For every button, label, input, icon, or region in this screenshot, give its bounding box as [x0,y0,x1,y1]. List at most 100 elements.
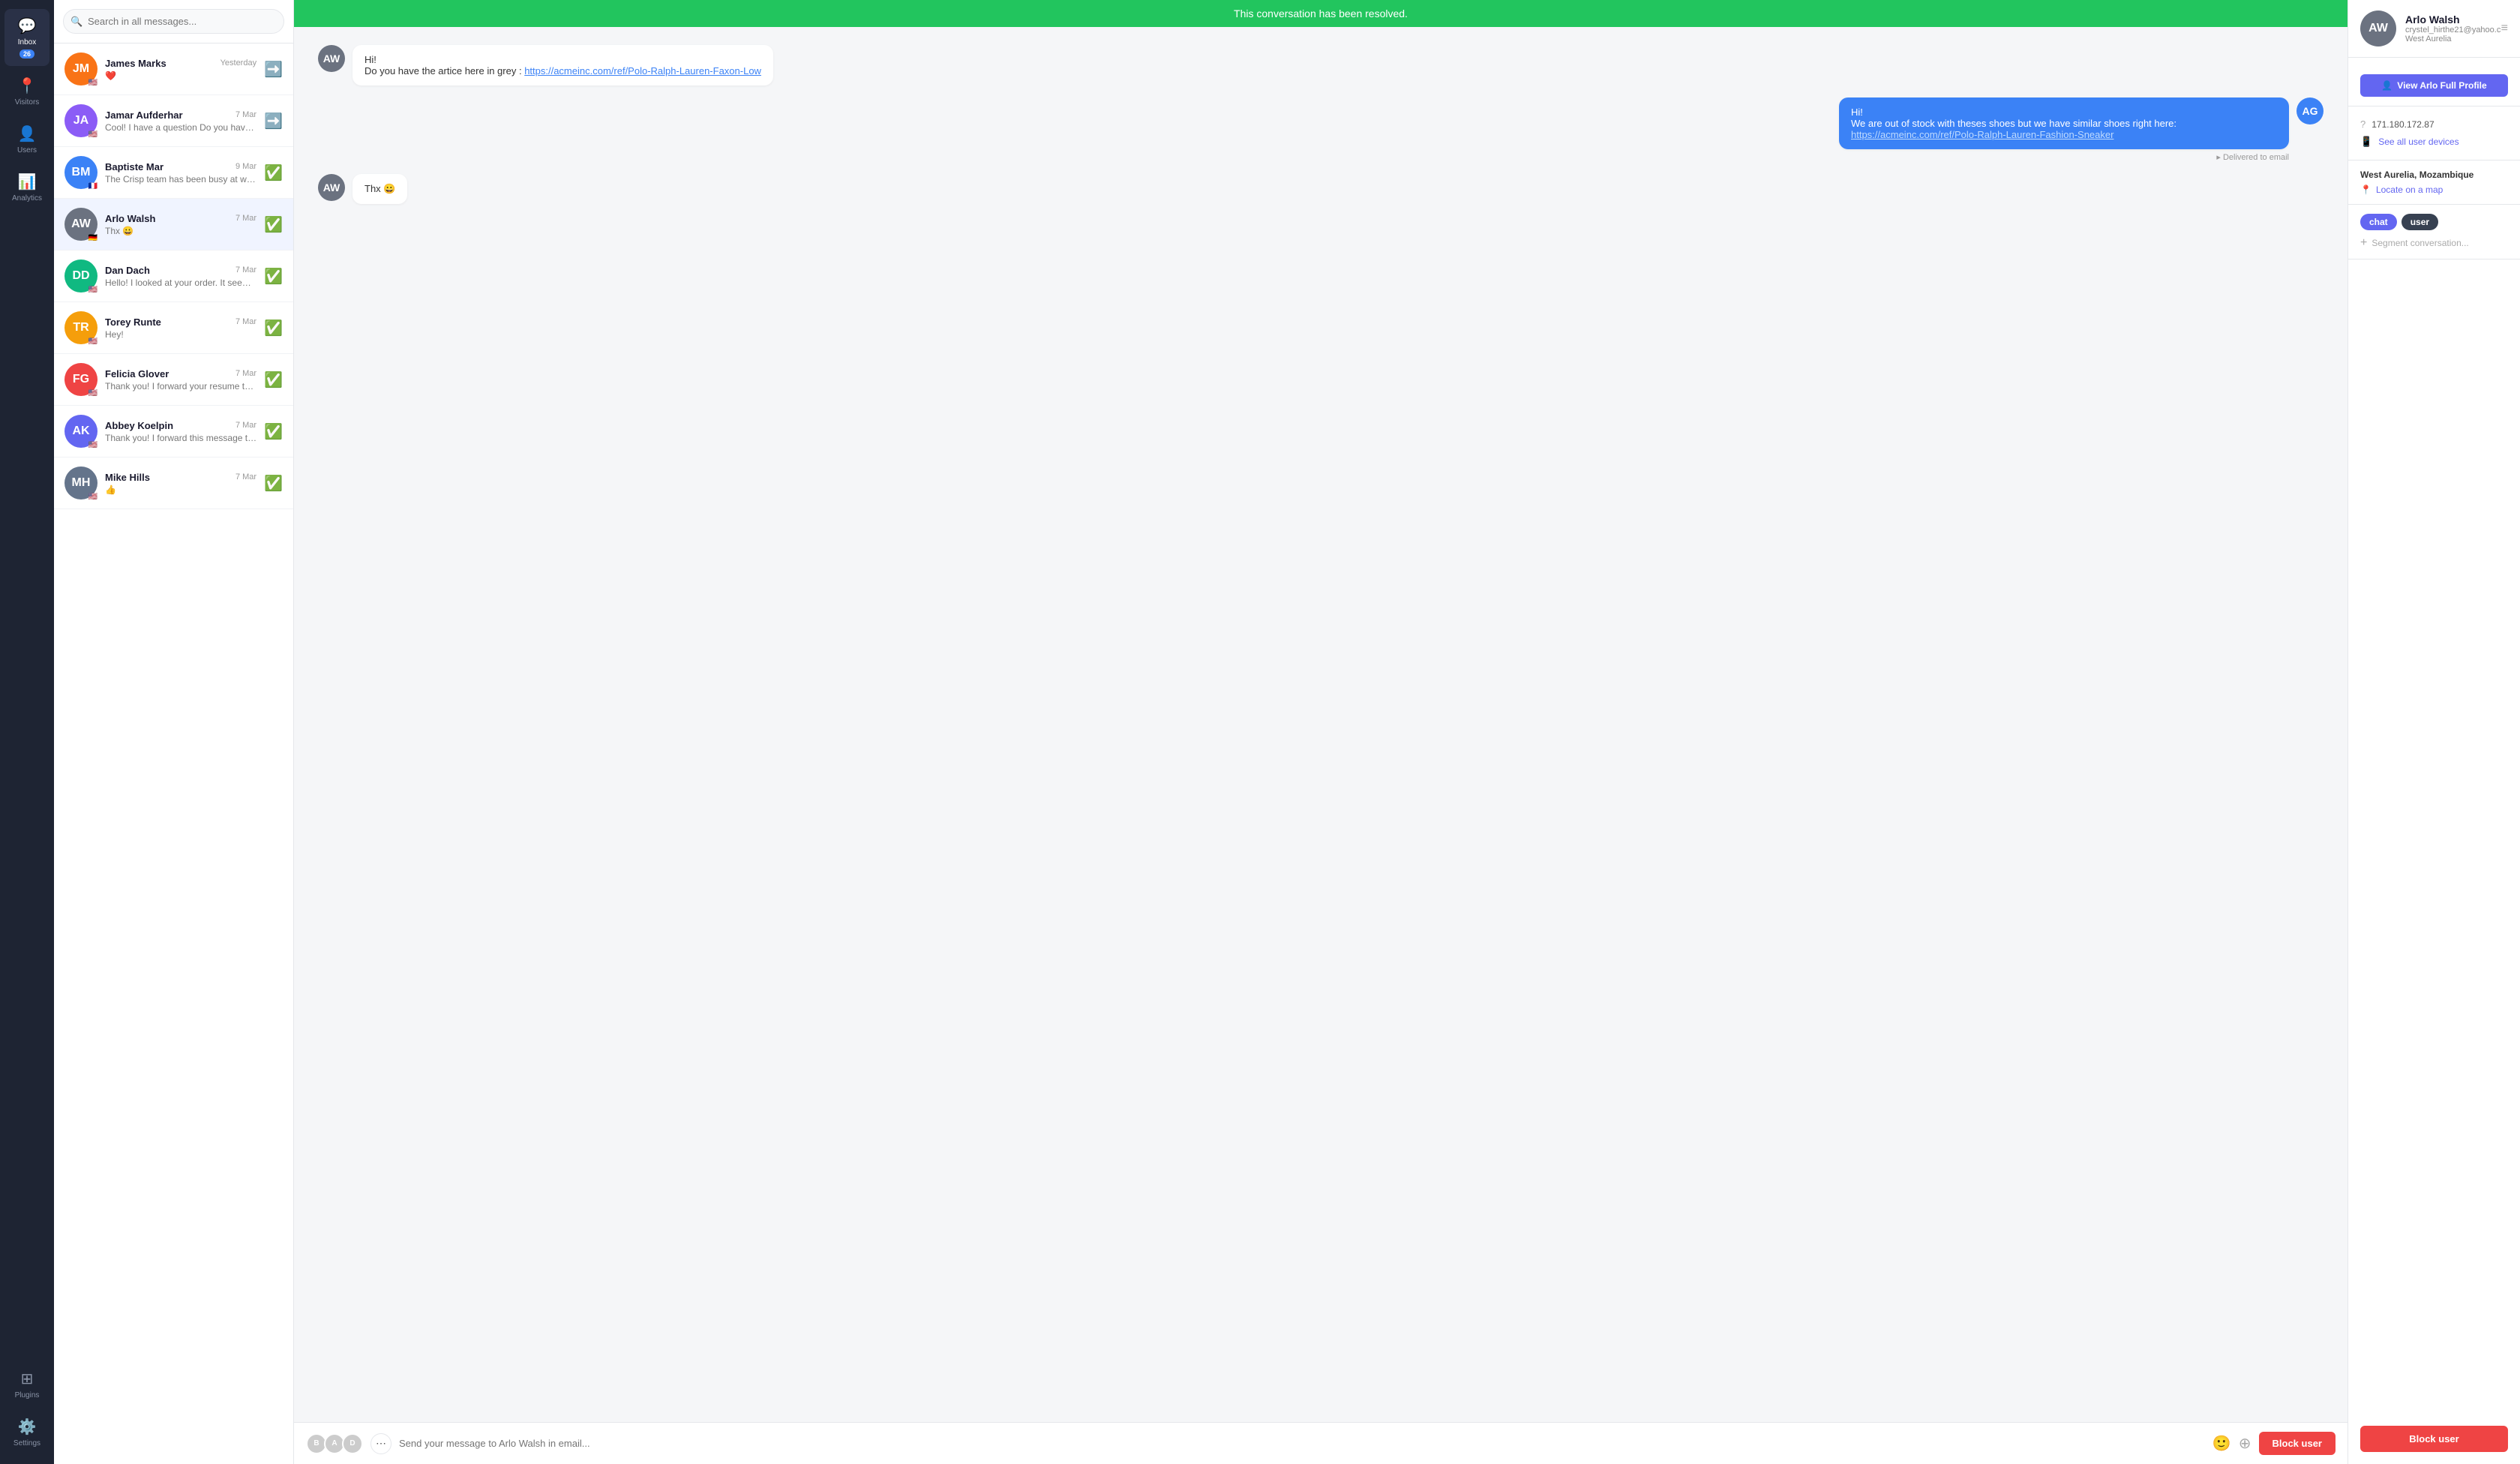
see-all-devices-link[interactable]: See all user devices [2378,136,2458,147]
message-avatar: AW [318,174,345,201]
message-link[interactable]: https://acmeinc.com/ref/Polo-Ralph-Laure… [1851,129,2114,140]
conv-preview: Thank you! I forward your resume to the … [105,381,256,392]
sidebar-settings-label: Settings [14,1439,40,1448]
conv-info: Arlo Walsh 7 Mar Thx 😀 [105,213,256,236]
person-icon: 👤 [2381,80,2392,91]
panel-menu-icon[interactable]: ≡ [2501,22,2508,35]
conv-preview: Hey! [105,329,256,340]
conv-info: Abbey Koelpin 7 Mar Thank you! I forward… [105,420,256,443]
sidebar-item-settings[interactable]: ⚙️ Settings [4,1410,50,1455]
block-user-button[interactable]: Block user [2259,1432,2336,1455]
segment-row[interactable]: + Segment conversation... [2360,236,2508,250]
message-avatar: AW [318,45,345,72]
message-meta: ▸ Delivered to email [2216,152,2289,162]
block-user-panel-button[interactable]: Block user [2360,1426,2508,1452]
resolved-banner: This conversation has been resolved. [294,0,2348,27]
list-item[interactable]: JA 🇺🇸 Jamar Aufderhar 7 Mar Cool! I have… [54,95,293,147]
panel-user-email: crystel_hirthe21@yahoo.c [2405,26,2500,34]
conv-status: ➡️ [264,60,283,79]
ip-address: 171.180.172.87 [2372,119,2434,130]
conv-status: ✅ [264,422,283,441]
sidebar-nav: 💬 Inbox 26 📍 Visitors 👤 Users 📊 Analytic… [0,0,54,1464]
conv-date: 7 Mar [236,369,256,378]
search-bar: 🔍 [54,0,293,44]
question-icon: ? [2360,118,2366,130]
flag-badge: 🇫🇷 [87,182,99,190]
conv-info: Mike Hills 7 Mar 👍 [105,472,256,495]
locate-map-link[interactable]: 📍 Locate on a map [2360,184,2508,195]
sidebar-item-analytics[interactable]: 📊 Analytics [4,165,50,210]
conv-name: Mike Hills [105,472,150,483]
sidebar-visitors-label: Visitors [15,98,40,106]
search-icon: 🔍 [70,16,82,28]
conv-name: Baptiste Mar [105,161,164,172]
status-check-icon: ✅ [264,424,283,440]
conv-date: 9 Mar [236,162,256,171]
message-link[interactable]: https://acmeinc.com/ref/Polo-Ralph-Laure… [524,65,761,76]
conv-preview: Thx 😀 [105,226,256,236]
list-item[interactable]: AK 🇺🇸 Abbey Koelpin 7 Mar Thank you! I f… [54,406,293,458]
conv-info: James Marks Yesterday ❤️ [105,58,256,81]
right-panel: AW Arlo Walsh crystel_hirthe21@yahoo.c W… [2348,0,2520,1464]
avatar-wrap: AW 🇩🇪 [64,208,98,241]
ip-info-section: ? 171.180.172.87 📱 See all user devices [2348,106,2520,160]
input-avatars: B A D [306,1433,363,1454]
inbox-badge: 26 [20,50,34,58]
list-item[interactable]: TR 🇺🇸 Torey Runte 7 Mar Hey! ✅ [54,302,293,354]
message-avatar: AG [2296,98,2324,124]
status-check-icon: ✅ [264,372,283,388]
sidebar-item-label: Inbox [18,38,36,46]
sidebar-item-visitors[interactable]: 📍 Visitors [4,69,50,114]
sidebar-item-users[interactable]: 👤 Users [4,117,50,162]
conv-status: ✅ [264,370,283,389]
conv-name: Abbey Koelpin [105,420,173,431]
conv-info: Jamar Aufderhar 7 Mar Cool! I have a que… [105,110,256,133]
sidebar-item-plugins[interactable]: ⊞ Plugins [4,1362,50,1407]
more-button[interactable]: ⋯ [370,1433,392,1454]
conv-date: 7 Mar [236,110,256,119]
view-profile-button[interactable]: 👤 View Arlo Full Profile [2360,74,2508,97]
message-bubble: Hi!Do you have the artice here in grey :… [352,45,773,86]
list-item[interactable]: DD 🇺🇸 Dan Dach 7 Mar Hello! I looked at … [54,250,293,302]
attach-button[interactable]: ⊕ [2239,1434,2252,1453]
message-input[interactable] [399,1438,2205,1449]
segment-placeholder: Segment conversation... [2372,238,2468,248]
tag-chat[interactable]: chat [2360,214,2397,230]
tag-user[interactable]: user [2402,214,2438,230]
emoji-button[interactable]: 🙂 [2212,1434,2231,1453]
analytics-icon: 📊 [18,172,37,191]
status-check-icon: ✅ [264,476,283,492]
chat-messages: AW Hi!Do you have the artice here in gre… [294,27,2348,1422]
list-item[interactable]: MH 🇺🇸 Mike Hills 7 Mar 👍 ✅ [54,458,293,509]
sidebar-item-inbox[interactable]: 💬 Inbox 26 [4,9,50,66]
devices-row: 📱 See all user devices [2360,133,2508,151]
conv-status: ✅ [264,267,283,286]
avatar-wrap: JM 🇺🇸 [64,52,98,86]
status-arrow-icon: ➡️ [264,113,283,130]
conv-name: Felicia Glover [105,368,169,380]
flag-badge: 🇩🇪 [87,233,99,242]
conv-info: Torey Runte 7 Mar Hey! [105,316,256,340]
chat-input-bar: B A D ⋯ 🙂 ⊕ Block user [294,1422,2348,1464]
plus-icon: + [2360,236,2367,250]
device-icon: 📱 [2360,136,2372,148]
avatar-wrap: AK 🇺🇸 [64,415,98,448]
conv-info: Dan Dach 7 Mar Hello! I looked at your o… [105,265,256,288]
conv-info: Felicia Glover 7 Mar Thank you! I forwar… [105,368,256,392]
conv-date: 7 Mar [236,266,256,274]
search-input[interactable] [63,9,284,34]
location-section: West Aurelia, Mozambique 📍 Locate on a m… [2348,160,2520,205]
conv-name: Torey Runte [105,316,161,328]
panel-user-location: West Aurelia [2405,34,2500,44]
list-item[interactable]: AW 🇩🇪 Arlo Walsh 7 Mar Thx 😀 ✅ [54,199,293,250]
conv-date: 7 Mar [236,472,256,482]
panel-user-name: Arlo Walsh [2405,14,2500,26]
message-row: AG Hi!We are out of stock with theses sh… [318,98,2324,162]
conversation-list: 🔍 JM 🇺🇸 James Marks Yesterday ❤️ ➡️ [54,0,294,1464]
list-item[interactable]: FG 🇺🇸 Felicia Glover 7 Mar Thank you! I … [54,354,293,406]
conv-status: ✅ [264,215,283,234]
list-item[interactable]: JM 🇺🇸 James Marks Yesterday ❤️ ➡️ [54,44,293,95]
status-arrow-icon: ➡️ [264,62,283,78]
list-item[interactable]: BM 🇫🇷 Baptiste Mar 9 Mar The Crisp team … [54,147,293,199]
status-check-icon: ✅ [264,320,283,337]
